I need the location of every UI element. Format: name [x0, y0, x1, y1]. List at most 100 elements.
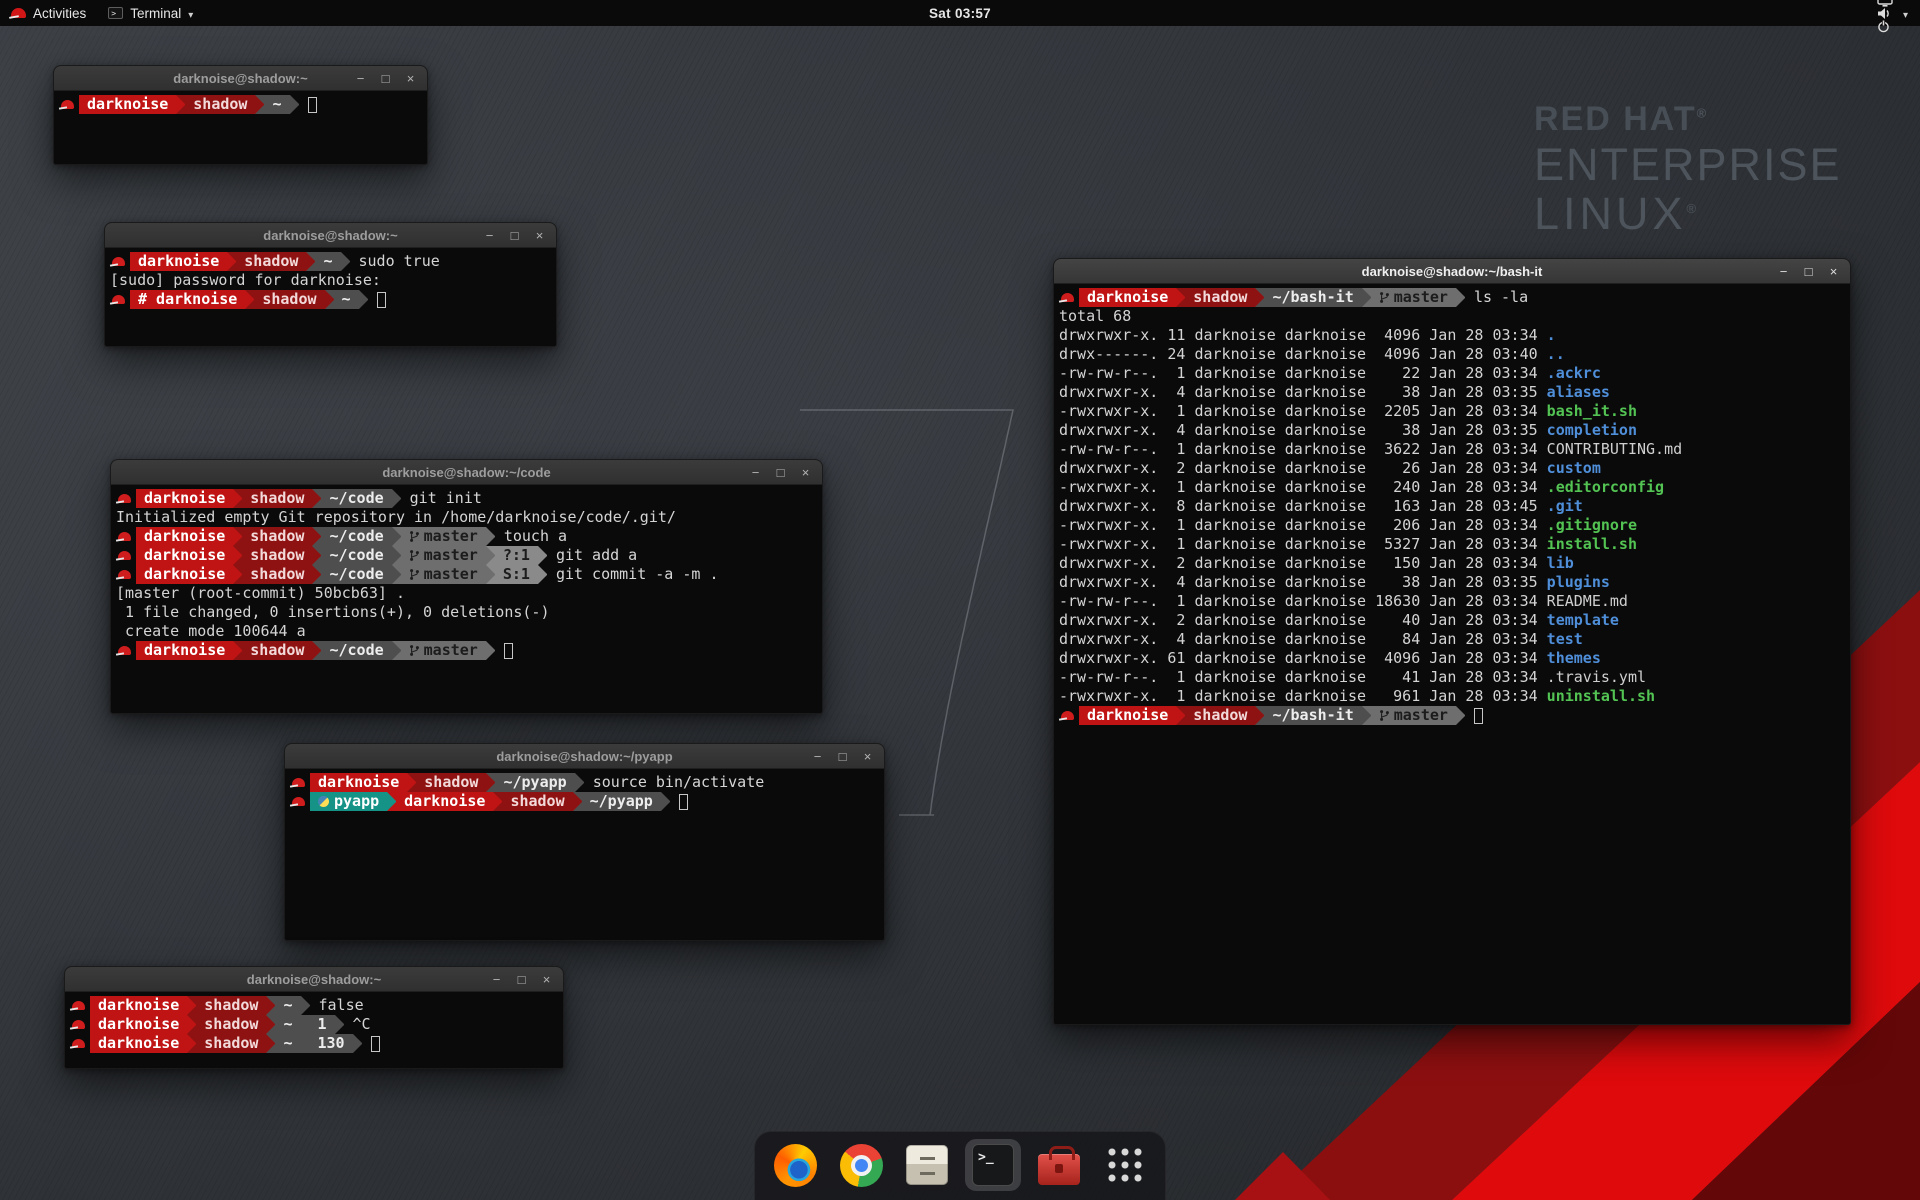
- close-button[interactable]: ×: [798, 466, 813, 479]
- prompt-segment-exit: 1: [310, 1015, 335, 1034]
- dock-item-terminal[interactable]: [965, 1139, 1021, 1191]
- minimize-button[interactable]: −: [748, 466, 763, 479]
- prompt-line: darknoiseshadow~/bash-itmaster: [1059, 706, 1848, 725]
- minimize-button[interactable]: −: [489, 973, 504, 986]
- ls-line: drwxrwxr-x. 2 darknoise darknoise 150 Ja…: [1059, 554, 1848, 573]
- desktop: RED HAT® ENTERPRISE LINUX® darknoise@sha…: [0, 0, 1920, 1200]
- close-button[interactable]: ×: [1826, 265, 1841, 278]
- prompt-segment-host: shadow: [502, 792, 572, 811]
- redhat-prompt-icon: [118, 551, 131, 560]
- powerline-separator-icon: [245, 290, 254, 309]
- terminal-content[interactable]: darknoiseshadow~/bash-itmasterls -latota…: [1054, 284, 1850, 725]
- terminal-window[interactable]: darknoise@shadow:~/bash-it−□×darknoisesh…: [1053, 258, 1851, 1025]
- file-name: README.md: [1547, 592, 1628, 610]
- file-name: aliases: [1547, 383, 1610, 401]
- terminal-window[interactable]: darknoise@shadow:~−□×darknoiseshadow~sud…: [104, 222, 557, 347]
- window-controls: −□ ×: [353, 66, 418, 90]
- prompt-segment-user: darknoise: [130, 252, 227, 271]
- ls-line: drwxrwxr-x. 4 darknoise darknoise 38 Jan…: [1059, 573, 1848, 592]
- terminal-content[interactable]: darknoiseshadow~sudo true[sudo] password…: [105, 248, 556, 309]
- activities-button[interactable]: Activities: [0, 0, 97, 26]
- powerline-separator-icon: [486, 773, 495, 792]
- prompt-segment-host: shadow: [242, 641, 312, 660]
- chevron-down-icon: [188, 6, 193, 21]
- powerline-separator-icon: [335, 1015, 344, 1034]
- dock-item-toolbox[interactable]: [1031, 1139, 1087, 1191]
- ls-line: drwxrwxr-x. 4 darknoise darknoise 38 Jan…: [1059, 383, 1848, 402]
- window-titlebar[interactable]: darknoise@shadow:~−□×: [65, 967, 563, 992]
- prompt-segment-exit: 130: [310, 1034, 353, 1053]
- window-titlebar[interactable]: darknoise@shadow:~−□×: [105, 223, 556, 248]
- maximize-button[interactable]: □: [773, 466, 788, 479]
- file-name: test: [1547, 630, 1583, 648]
- redhat-prompt-icon: [292, 797, 305, 806]
- powerline-separator-icon: [1255, 288, 1264, 307]
- terminal-window[interactable]: darknoise@shadow:~/code−□×darknoiseshado…: [110, 459, 823, 714]
- prompt-segment-host: shadow: [196, 1034, 266, 1053]
- file-name: lib: [1547, 554, 1574, 572]
- app-menu[interactable]: Terminal: [97, 0, 204, 26]
- terminal-window[interactable]: darknoise@shadow:~−□×darknoiseshadow~fal…: [64, 966, 564, 1069]
- close-button[interactable]: ×: [532, 229, 547, 242]
- redhat-prompt-icon: [112, 257, 125, 266]
- terminal-content[interactable]: darknoiseshadow~/codegit initInitialized…: [111, 485, 822, 660]
- dock-item-app-grid[interactable]: [1097, 1139, 1153, 1191]
- ls-line: -rw-rw-r--. 1 darknoise darknoise 18630 …: [1059, 592, 1848, 611]
- chrome-icon: [840, 1144, 883, 1187]
- window-titlebar[interactable]: darknoise@shadow:~/bash-it−□×: [1054, 259, 1850, 284]
- activities-label: Activities: [33, 6, 86, 21]
- prompt-segment-user: darknoise: [396, 792, 493, 811]
- redhat-prompt-icon: [72, 1020, 85, 1029]
- dock-item-chrome[interactable]: [833, 1139, 889, 1191]
- minimize-button[interactable]: −: [1776, 265, 1791, 278]
- terminal-window[interactable]: darknoise@shadow:~−□×darknoiseshadow~: [53, 65, 428, 165]
- powerline-separator-icon: [353, 1034, 362, 1053]
- close-button[interactable]: ×: [403, 72, 418, 85]
- window-titlebar[interactable]: darknoise@shadow:~/pyapp−□×: [285, 744, 884, 769]
- command-text: source bin/activate: [593, 773, 765, 792]
- prompt-line: darknoiseshadow~: [59, 95, 425, 114]
- terminal-window[interactable]: darknoise@shadow:~/pyapp−□×darknoiseshad…: [284, 743, 885, 941]
- maximize-button[interactable]: □: [514, 973, 529, 986]
- terminal-content[interactable]: darknoiseshadow~falsedarknoiseshadow~1^C…: [65, 992, 563, 1053]
- ls-line: -rw-rw-r--. 1 darknoise darknoise 3622 J…: [1059, 440, 1848, 459]
- maximize-button[interactable]: □: [835, 750, 850, 763]
- window-titlebar[interactable]: darknoise@shadow:~/code−□×: [111, 460, 822, 485]
- terminal-cursor: [504, 643, 513, 659]
- window-titlebar[interactable]: darknoise@shadow:~−□×: [54, 66, 427, 91]
- prompt-segment-git: master: [401, 565, 486, 584]
- prompt-segment-path: ~/code: [321, 527, 391, 546]
- maximize-button[interactable]: □: [378, 72, 393, 85]
- terminal-content[interactable]: darknoiseshadow~: [54, 91, 427, 114]
- registered-mark: ®: [1687, 201, 1701, 216]
- ls-line: -rwxrwxr-x. 1 darknoise darknoise 206 Ja…: [1059, 516, 1848, 535]
- clock[interactable]: Sat 03:57: [929, 6, 991, 21]
- file-name: .editorconfig: [1547, 478, 1664, 496]
- prompt-segment-path: ~/code: [321, 641, 391, 660]
- terminal-content[interactable]: darknoiseshadow~/pyappsource bin/activat…: [285, 769, 884, 811]
- file-name: .travis.yml: [1547, 668, 1646, 686]
- registered-mark: ®: [1697, 106, 1709, 121]
- minimize-button[interactable]: −: [482, 229, 497, 242]
- redhat-prompt-icon: [61, 100, 74, 109]
- prompt-line: darknoiseshadow~1^C: [70, 1015, 561, 1034]
- minimize-button[interactable]: −: [810, 750, 825, 763]
- powerline-separator-icon: [176, 95, 185, 114]
- ls-line: drwxrwxr-x. 2 darknoise darknoise 40 Jan…: [1059, 611, 1848, 630]
- powerline-separator-icon: [233, 489, 242, 508]
- powerline-separator-icon: [306, 252, 315, 271]
- maximize-button[interactable]: □: [507, 229, 522, 242]
- window-controls: −□ ×: [489, 967, 554, 991]
- close-button[interactable]: ×: [539, 973, 554, 986]
- dock-item-files[interactable]: [899, 1139, 955, 1191]
- minimize-button[interactable]: −: [353, 72, 368, 85]
- powerline-separator-icon: [392, 546, 401, 565]
- close-button[interactable]: ×: [860, 750, 875, 763]
- system-status-area[interactable]: [1865, 0, 1920, 26]
- volume-icon: [1877, 7, 1893, 20]
- dock-item-firefox[interactable]: [767, 1139, 823, 1191]
- maximize-button[interactable]: □: [1801, 265, 1816, 278]
- prompt-line: darknoiseshadow~sudo true: [110, 252, 554, 271]
- output-line: create mode 100644 a: [116, 622, 820, 641]
- command-text: sudo true: [359, 252, 440, 271]
